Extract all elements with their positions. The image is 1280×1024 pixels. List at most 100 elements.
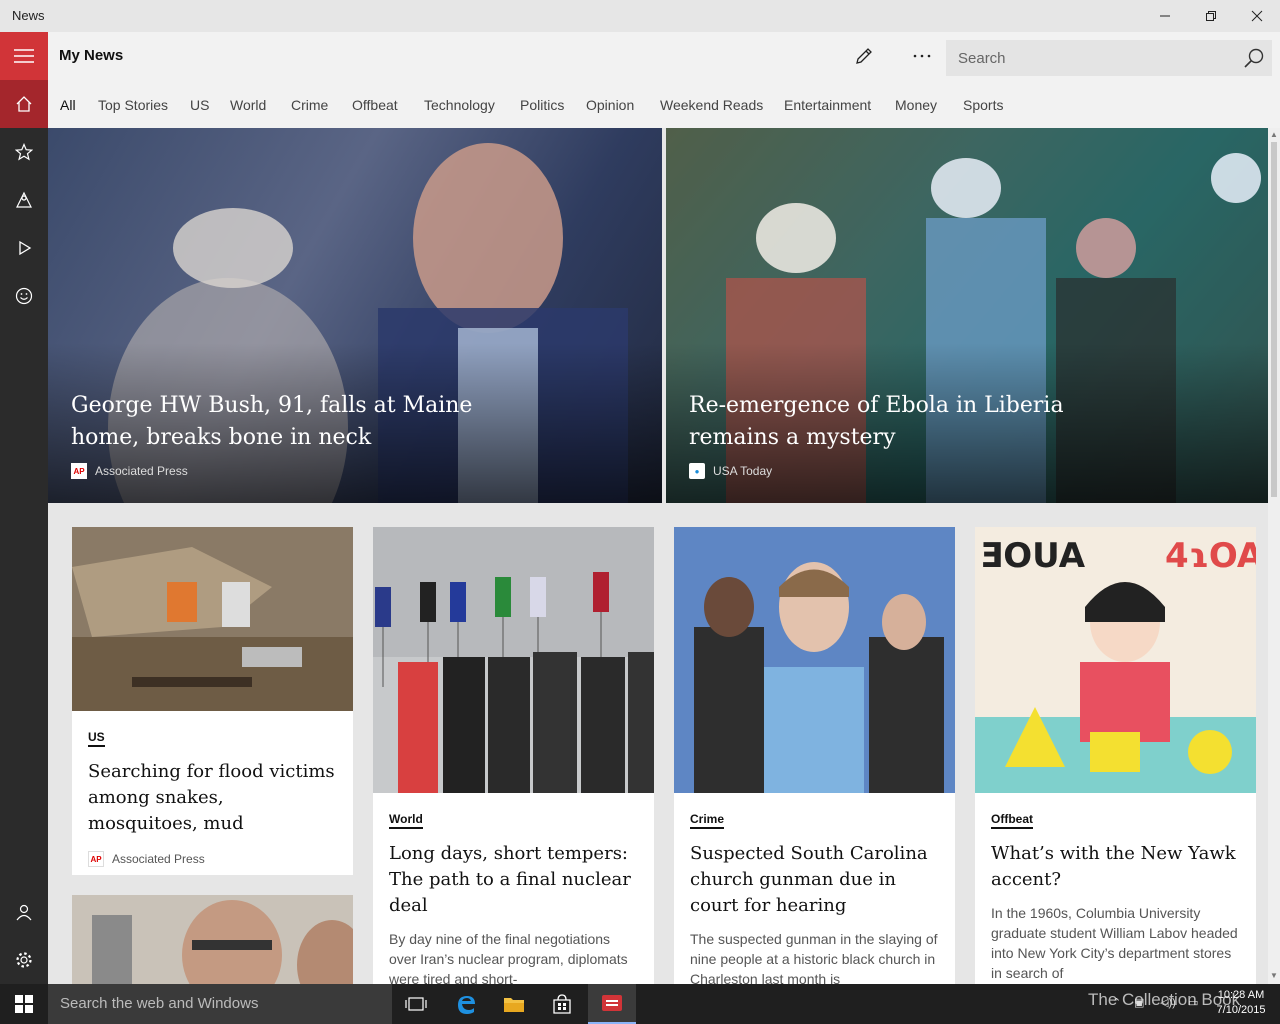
vertical-scrollbar[interactable]: ▲ ▼ bbox=[1268, 128, 1280, 984]
notifications-icon[interactable]: ▭ bbox=[1188, 996, 1198, 1009]
search-button[interactable] bbox=[1242, 46, 1266, 70]
tray-chevron-icon[interactable]: ⌃ bbox=[1112, 996, 1121, 1009]
network-icon[interactable]: ▣ bbox=[1134, 996, 1144, 1009]
story-category[interactable]: US bbox=[88, 730, 105, 747]
nav-local[interactable] bbox=[0, 176, 48, 224]
pencil-icon bbox=[856, 48, 872, 64]
story-category[interactable]: Crime bbox=[690, 812, 725, 829]
person-icon bbox=[16, 904, 32, 921]
tab-money[interactable]: Money bbox=[895, 97, 937, 113]
edge-icon bbox=[458, 996, 475, 1014]
hero-story-1[interactable]: George HW Bush, 91, falls at Maine home,… bbox=[48, 128, 662, 503]
file-explorer-button[interactable] bbox=[490, 984, 538, 1024]
minimize-icon bbox=[1160, 15, 1170, 17]
nav-interests[interactable] bbox=[0, 128, 48, 176]
news-app-button[interactable] bbox=[588, 984, 636, 1024]
search-box bbox=[946, 40, 1272, 76]
hero-headline[interactable]: Re-emergence of Ebola in Liberia remains… bbox=[689, 390, 1109, 454]
hero-source: ● USA Today bbox=[689, 463, 772, 479]
story-summary: The suspected gunman in the slaying of n… bbox=[690, 931, 938, 984]
smiley-icon bbox=[15, 287, 33, 305]
windows-logo-icon bbox=[15, 995, 33, 1013]
tab-politics[interactable]: Politics bbox=[520, 97, 564, 113]
story-title[interactable]: What’s with the New Yawk accent? bbox=[991, 841, 1240, 893]
nav-settings[interactable] bbox=[0, 936, 48, 984]
nav-account[interactable] bbox=[0, 888, 48, 936]
navigation-rail bbox=[0, 32, 48, 984]
svg-text:ƎOUA: ƎOUA bbox=[980, 536, 1086, 576]
search-input[interactable] bbox=[946, 40, 1236, 76]
search-icon bbox=[1244, 48, 1264, 68]
more-icon bbox=[913, 54, 931, 58]
story-category[interactable]: Offbeat bbox=[991, 812, 1033, 829]
hamburger-menu-button[interactable] bbox=[0, 32, 48, 80]
story-title[interactable]: Searching for flood victims among snakes… bbox=[88, 759, 337, 837]
story-card-partial[interactable] bbox=[72, 895, 353, 984]
tab-all[interactable]: All bbox=[60, 97, 76, 113]
app-header: My News bbox=[48, 32, 1280, 80]
source-name: Associated Press bbox=[112, 852, 205, 866]
story-card-us[interactable]: US Searching for flood victims among sna… bbox=[72, 527, 353, 875]
tab-top-stories[interactable]: Top Stories bbox=[98, 97, 168, 113]
taskbar: Search the web and Windows The Collectio… bbox=[0, 984, 1280, 1024]
taskbar-search[interactable]: Search the web and Windows bbox=[48, 984, 392, 1024]
store-icon bbox=[553, 994, 571, 1014]
tab-technology[interactable]: Technology bbox=[424, 97, 495, 113]
tab-opinion[interactable]: Opinion bbox=[586, 97, 634, 113]
category-tabs: All Top Stories US World Crime Offbeat T… bbox=[48, 80, 1280, 128]
nav-feedback[interactable] bbox=[0, 272, 48, 320]
tab-entertainment[interactable]: Entertainment bbox=[784, 97, 871, 113]
story-title[interactable]: Long days, short tempers: The path to a … bbox=[389, 841, 638, 919]
title-bar: News bbox=[0, 0, 1280, 32]
story-photo bbox=[72, 527, 353, 711]
edge-button[interactable] bbox=[442, 984, 490, 1024]
task-view-button[interactable] bbox=[392, 984, 440, 1024]
tab-offbeat[interactable]: Offbeat bbox=[352, 97, 398, 113]
story-title[interactable]: Suspected South Carolina church gunman d… bbox=[690, 841, 939, 919]
volume-icon[interactable]: ◁)) bbox=[1160, 996, 1176, 1009]
tab-crime[interactable]: Crime bbox=[291, 97, 328, 113]
scroll-thumb[interactable] bbox=[1271, 142, 1277, 497]
store-button[interactable] bbox=[538, 984, 586, 1024]
page-title: My News bbox=[59, 47, 124, 64]
window-title: News bbox=[12, 8, 45, 23]
ap-logo-icon: AP bbox=[88, 851, 104, 867]
story-category[interactable]: World bbox=[389, 812, 423, 829]
hamburger-icon bbox=[14, 49, 34, 63]
story-photo bbox=[373, 527, 654, 793]
usa-today-icon: ● bbox=[689, 463, 705, 479]
task-view-icon bbox=[405, 997, 427, 1011]
hero-story-2[interactable]: Re-emergence of Ebola in Liberia remains… bbox=[666, 128, 1268, 503]
minimize-button[interactable] bbox=[1142, 0, 1188, 32]
system-clock[interactable]: 10:28 AM 7/10/2015 bbox=[1212, 988, 1270, 1018]
scroll-down-arrow-icon[interactable]: ▼ bbox=[1270, 971, 1278, 980]
news-feed: George HW Bush, 91, falls at Maine home,… bbox=[48, 128, 1268, 984]
start-button[interactable] bbox=[0, 984, 48, 1024]
edit-button[interactable] bbox=[848, 40, 880, 72]
news-app-icon bbox=[602, 995, 622, 1011]
story-card-crime[interactable]: Crime Suspected South Carolina church gu… bbox=[674, 527, 955, 984]
nav-video[interactable] bbox=[0, 224, 48, 272]
tab-sports[interactable]: Sports bbox=[963, 97, 1003, 113]
hero-headline[interactable]: George HW Bush, 91, falls at Maine home,… bbox=[71, 390, 491, 454]
story-card-offbeat[interactable]: ƎOUA 4ɿOA Offbeat What’s with the New Ya… bbox=[975, 527, 1256, 984]
star-icon bbox=[15, 143, 33, 161]
tab-weekend-reads[interactable]: Weekend Reads bbox=[660, 97, 763, 113]
scroll-up-arrow-icon[interactable]: ▲ bbox=[1270, 130, 1278, 139]
source-name: USA Today bbox=[713, 464, 773, 478]
story-summary: In the 1960s, Columbia University gradua… bbox=[991, 905, 1238, 981]
restore-button[interactable] bbox=[1188, 0, 1234, 32]
story-card-world[interactable]: World Long days, short tempers: The path… bbox=[373, 527, 654, 984]
restore-icon bbox=[1206, 11, 1216, 21]
clock-date: 7/10/2015 bbox=[1216, 1004, 1266, 1016]
more-button[interactable] bbox=[906, 40, 938, 72]
hero-source: AP Associated Press bbox=[71, 463, 188, 479]
tab-world[interactable]: World bbox=[230, 97, 266, 113]
close-button[interactable] bbox=[1234, 0, 1280, 32]
story-source: AP Associated Press bbox=[88, 851, 337, 875]
nav-home[interactable] bbox=[0, 80, 48, 128]
gear-icon bbox=[16, 952, 32, 968]
source-name: Associated Press bbox=[95, 464, 188, 478]
tab-us[interactable]: US bbox=[190, 97, 209, 113]
local-news-icon bbox=[16, 191, 32, 208]
